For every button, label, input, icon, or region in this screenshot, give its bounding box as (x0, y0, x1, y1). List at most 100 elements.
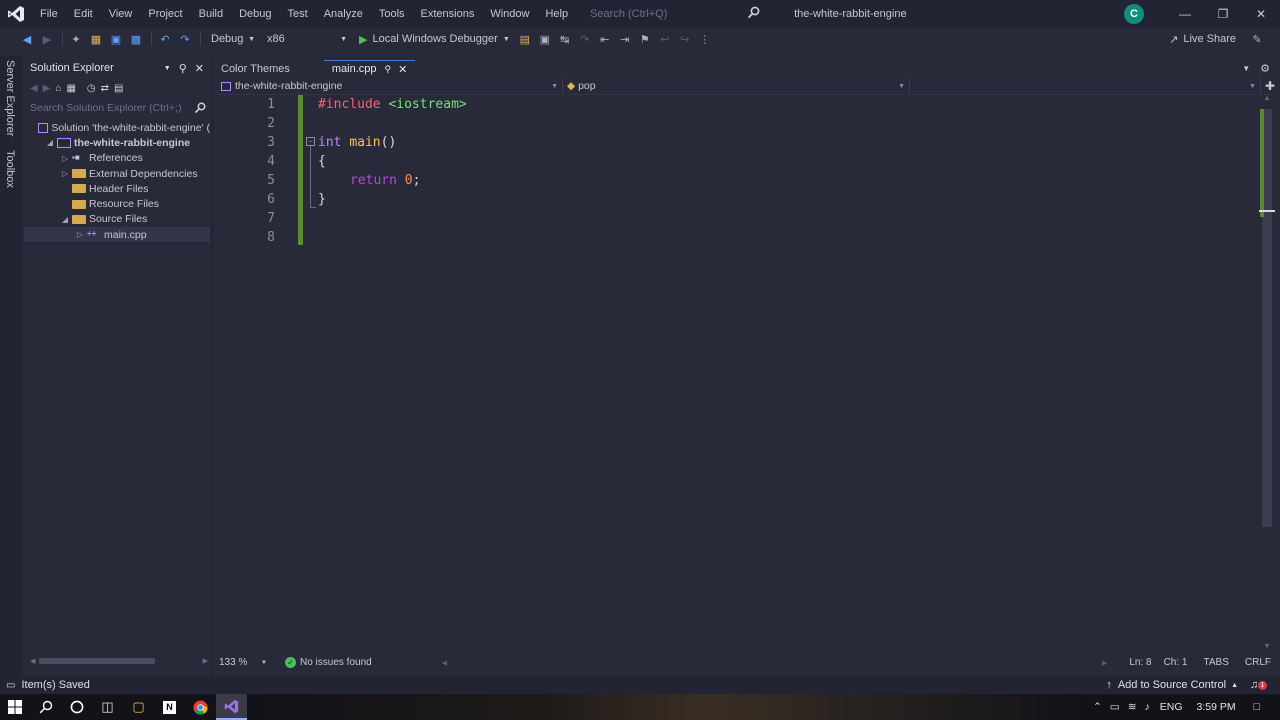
wifi-icon[interactable]: ≋ (1128, 701, 1137, 713)
tree-item[interactable]: Header Files (24, 181, 210, 196)
file-explorer-icon[interactable]: ▢ (123, 694, 154, 720)
solution-configuration-dropdown[interactable]: Debug ▼ (205, 31, 261, 47)
search-icon[interactable] (30, 694, 61, 720)
server-explorer-tab[interactable]: Server Explorer (4, 56, 16, 140)
step-over-icon[interactable]: ↷ (576, 30, 594, 48)
forward-icon[interactable]: ▶ (43, 83, 51, 94)
minimize-icon[interactable]: — (1166, 0, 1204, 28)
tabs-indicator[interactable]: TABS (1203, 657, 1228, 668)
menu-tools[interactable]: Tools (371, 8, 413, 20)
collapse-fold-icon[interactable]: − (306, 137, 315, 146)
scroll-right-icon[interactable]: ▶ (203, 657, 208, 665)
close-panel-icon[interactable]: ✕ (195, 62, 204, 75)
issues-indicator[interactable]: ✓ No issues found (285, 657, 372, 668)
visual-studio-logo-icon[interactable] (0, 0, 32, 28)
line-ending-indicator[interactable]: CRLF (1245, 657, 1271, 668)
chevron-down-icon[interactable]: ▼ (164, 65, 171, 72)
column-indicator[interactable]: Ch: 1 (1164, 657, 1188, 668)
next-bookmark-icon[interactable]: ↪ (676, 30, 694, 48)
back-icon[interactable]: ◀ (30, 83, 38, 94)
pin-icon[interactable]: ⚲ (179, 62, 187, 75)
menu-test[interactable]: Test (280, 8, 316, 20)
vertical-scrollbar[interactable]: ▲ ▼ (1259, 95, 1275, 655)
tree-item[interactable]: ◢ Source Files (24, 212, 210, 227)
zoom-dropdown[interactable]: 133 % ▼ (217, 657, 267, 668)
line-indicator[interactable]: Ln: 8 (1129, 657, 1151, 668)
clock[interactable]: 3:59 PM (1197, 701, 1236, 713)
pin-icon[interactable]: ⚲ (385, 64, 392, 75)
solution-search-input[interactable]: Search Solution Explorer (Ctrl+;) (24, 98, 210, 118)
collapsed-arrow-icon[interactable]: ▷ (73, 230, 87, 239)
show-hidden-icons-icon[interactable]: ⌃ (1093, 701, 1102, 713)
horizontal-scrollbar[interactable]: ◀ ▶ (30, 656, 208, 666)
notion-icon[interactable]: N (154, 694, 185, 720)
menu-project[interactable]: Project (140, 8, 190, 20)
feedback-icon[interactable]: ✎ (1248, 30, 1266, 48)
menu-window[interactable]: Window (482, 8, 537, 20)
collapsed-arrow-icon[interactable]: ▷ (58, 154, 72, 163)
expanded-arrow-icon[interactable]: ◢ (58, 215, 72, 224)
scroll-down-icon[interactable]: ▼ (1259, 643, 1275, 655)
tree-item[interactable]: Solution 'the-white-rabbit-engine' ( (24, 120, 210, 135)
menu-extensions[interactable]: Extensions (413, 8, 483, 20)
indent-icon[interactable]: ⇥ (616, 30, 634, 48)
account-avatar[interactable]: C (1124, 4, 1144, 24)
volume-icon[interactable]: ♪ (1145, 701, 1150, 713)
battery-icon[interactable]: ▭ (1110, 701, 1120, 713)
forward-icon[interactable]: ▶ (38, 30, 56, 48)
language-indicator[interactable]: ENG (1160, 701, 1183, 713)
project-scope-dropdown[interactable]: the-white-rabbit-engine ▼ (217, 78, 563, 94)
collapse-all-icon[interactable]: ▤ (114, 83, 123, 94)
menu-view[interactable]: View (101, 8, 141, 20)
toolbox-tab[interactable]: Toolbox (4, 146, 16, 192)
tab-list-dropdown-icon[interactable]: ▼ (1242, 64, 1250, 73)
code-editor[interactable]: − 1 #include <iostream> 2 3 int main() 4… (217, 95, 1257, 655)
tree-item[interactable]: ◢ the-white-rabbit-engine (24, 135, 210, 150)
scroll-right-icon[interactable]: ▶ (1102, 659, 1107, 667)
screen-capture-icon[interactable]: ▣ (536, 30, 554, 48)
settings-gear-icon[interactable]: ⚙ (1260, 62, 1270, 75)
restore-icon[interactable]: ❐ (1204, 0, 1242, 28)
save-icon[interactable]: ▣ (107, 30, 125, 48)
tree-item[interactable]: ▷ ▪■ References (24, 151, 210, 166)
menu-debug[interactable]: Debug (231, 8, 279, 20)
member-dropdown[interactable]: ▼ (910, 78, 1261, 94)
outdent-icon[interactable]: ⇤ (596, 30, 614, 48)
home-icon[interactable]: ⌂ (55, 83, 61, 94)
panel-divider[interactable] (211, 58, 213, 676)
tab-main-cpp[interactable]: main.cpp ⚲ ✕ (323, 60, 416, 77)
menu-file[interactable]: File (32, 8, 66, 20)
notifications-button[interactable]: ♫ 1 (1250, 679, 1270, 691)
prev-bookmark-icon[interactable]: ↩ (656, 30, 674, 48)
close-tab-icon[interactable]: ✕ (398, 63, 407, 76)
tree-item[interactable]: Resource Files (24, 196, 210, 211)
windows-start-icon[interactable] (0, 694, 30, 720)
menu-help[interactable]: Help (537, 8, 576, 20)
visual-studio-taskbar-icon[interactable] (216, 694, 247, 720)
back-icon[interactable]: ◀ (18, 30, 36, 48)
task-view-icon[interactable]: ◫ (92, 694, 123, 720)
tab-color-themes[interactable]: Color Themes (213, 60, 298, 77)
redo-icon[interactable]: ↷ (176, 30, 194, 48)
open-file-icon[interactable]: ▦ (87, 30, 105, 48)
add-to-source-control-button[interactable]: ↑ Add to Source Control ▲ (1106, 679, 1238, 691)
action-center-icon[interactable]: □ (1254, 701, 1260, 713)
scroll-left-icon[interactable]: ◀ (30, 657, 35, 665)
toolbar-overflow-icon[interactable]: ⋮ (696, 30, 714, 48)
close-icon[interactable]: ✕ (1242, 0, 1280, 28)
collapsed-arrow-icon[interactable]: ▷ (58, 169, 72, 178)
save-all-icon[interactable]: ▩ (127, 30, 145, 48)
start-debugging-button[interactable]: ▶ Local Windows Debugger ▼ (353, 31, 516, 47)
search-input[interactable]: Search (Ctrl+Q) (584, 4, 765, 24)
menu-edit[interactable]: Edit (66, 8, 101, 20)
scroll-up-icon[interactable]: ▲ (1259, 95, 1275, 107)
split-window-icon[interactable]: ✚ (1265, 79, 1275, 93)
browse-icon[interactable]: ▤ (516, 30, 534, 48)
history-icon[interactable]: ◷ (87, 83, 96, 94)
tree-item[interactable]: ▷ ++ main.cpp (24, 227, 210, 243)
menu-analyze[interactable]: Analyze (316, 8, 371, 20)
step-into-icon[interactable]: ↹ (556, 30, 574, 48)
expanded-arrow-icon[interactable]: ◢ (43, 138, 57, 147)
cortana-icon[interactable] (61, 694, 92, 720)
tree-item[interactable]: ▷ External Dependencies (24, 166, 210, 181)
